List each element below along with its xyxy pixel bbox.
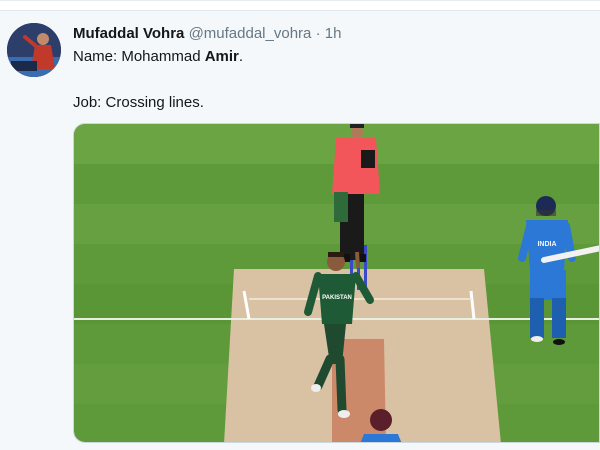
separator-dot: · [315,25,321,42]
cricket-photo: PAKISTAN INDIA [74,124,599,442]
timestamp[interactable]: 1h [325,25,342,42]
tweet-line-1-prefix: Name: Mohammad [73,48,205,65]
display-name[interactable]: Mufaddal Vohra [73,25,184,42]
avatar-image [7,23,61,77]
user-handle[interactable]: @mufaddal_vohra [189,25,312,42]
top-divider [0,1,600,11]
tweet-text: Name: Mohammad Amir. Job: Crossing lines… [73,47,573,112]
jersey-text-pakistan: PAKISTAN [322,295,352,301]
tweet-media-image[interactable]: PAKISTAN INDIA [73,123,600,443]
tweet-header: Mufaddal Vohra @mufaddal_vohra · 1h [73,25,341,42]
jersey-text-india: INDIA [537,241,556,248]
tweet-line-2: Job: Crossing lines. [73,94,204,111]
tweet-line-1-suffix: . [238,48,244,65]
tweet-line-1: Name: Mohammad Amir. [73,47,573,66]
avatar[interactable] [7,23,61,77]
tweet-card: Mufaddal Vohra @mufaddal_vohra · 1h Name… [0,0,600,450]
tweet-line-1-bold: Amir [204,48,239,65]
